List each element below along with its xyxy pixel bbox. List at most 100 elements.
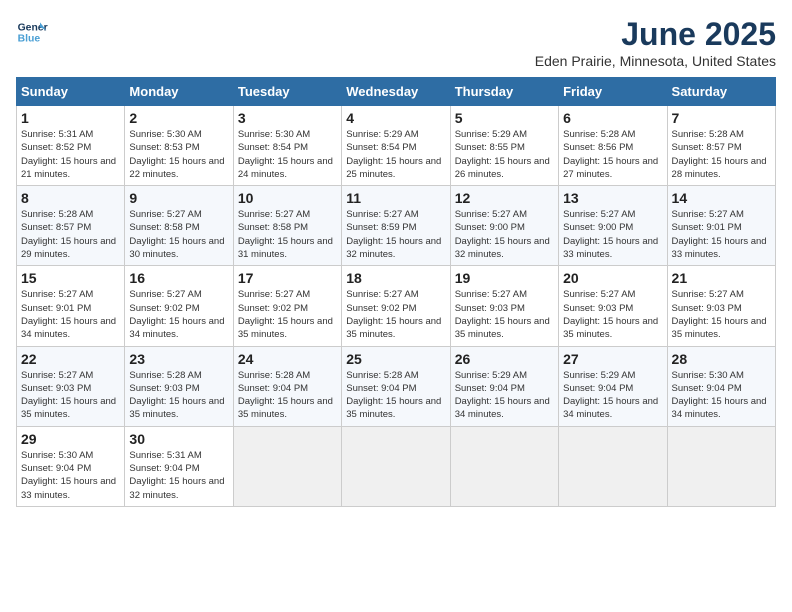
day-number: 24 bbox=[238, 351, 337, 367]
calendar-subtitle: Eden Prairie, Minnesota, United States bbox=[535, 53, 776, 69]
table-cell: 21 Sunrise: 5:27 AM Sunset: 9:03 PM Dayl… bbox=[667, 266, 775, 346]
day-number: 7 bbox=[672, 110, 771, 126]
day-number: 11 bbox=[346, 190, 445, 206]
day-number: 8 bbox=[21, 190, 120, 206]
table-cell: 12 Sunrise: 5:27 AM Sunset: 9:00 PM Dayl… bbox=[450, 186, 558, 266]
col-friday: Friday bbox=[559, 78, 667, 106]
day-info: Sunrise: 5:27 AM Sunset: 9:02 PM Dayligh… bbox=[238, 288, 337, 341]
day-info: Sunrise: 5:30 AM Sunset: 9:04 PM Dayligh… bbox=[21, 449, 120, 502]
table-cell: 4 Sunrise: 5:29 AM Sunset: 8:54 PM Dayli… bbox=[342, 106, 450, 186]
table-cell: 2 Sunrise: 5:30 AM Sunset: 8:53 PM Dayli… bbox=[125, 106, 233, 186]
table-cell: 26 Sunrise: 5:29 AM Sunset: 9:04 PM Dayl… bbox=[450, 346, 558, 426]
table-cell: 8 Sunrise: 5:28 AM Sunset: 8:57 PM Dayli… bbox=[17, 186, 125, 266]
table-cell bbox=[233, 426, 341, 506]
col-tuesday: Tuesday bbox=[233, 78, 341, 106]
day-number: 9 bbox=[129, 190, 228, 206]
table-cell: 25 Sunrise: 5:28 AM Sunset: 9:04 PM Dayl… bbox=[342, 346, 450, 426]
col-wednesday: Wednesday bbox=[342, 78, 450, 106]
day-number: 28 bbox=[672, 351, 771, 367]
day-info: Sunrise: 5:30 AM Sunset: 8:54 PM Dayligh… bbox=[238, 128, 337, 181]
day-number: 29 bbox=[21, 431, 120, 447]
table-cell: 17 Sunrise: 5:27 AM Sunset: 9:02 PM Dayl… bbox=[233, 266, 341, 346]
calendar-week-row: 1 Sunrise: 5:31 AM Sunset: 8:52 PM Dayli… bbox=[17, 106, 776, 186]
day-info: Sunrise: 5:27 AM Sunset: 8:58 PM Dayligh… bbox=[129, 208, 228, 261]
calendar-week-row: 8 Sunrise: 5:28 AM Sunset: 8:57 PM Dayli… bbox=[17, 186, 776, 266]
logo: General Blue bbox=[16, 16, 48, 48]
calendar-week-row: 29 Sunrise: 5:30 AM Sunset: 9:04 PM Dayl… bbox=[17, 426, 776, 506]
day-number: 25 bbox=[346, 351, 445, 367]
day-info: Sunrise: 5:29 AM Sunset: 9:04 PM Dayligh… bbox=[563, 369, 662, 422]
day-number: 14 bbox=[672, 190, 771, 206]
day-info: Sunrise: 5:30 AM Sunset: 8:53 PM Dayligh… bbox=[129, 128, 228, 181]
day-info: Sunrise: 5:28 AM Sunset: 8:56 PM Dayligh… bbox=[563, 128, 662, 181]
day-number: 18 bbox=[346, 270, 445, 286]
calendar-week-row: 22 Sunrise: 5:27 AM Sunset: 9:03 PM Dayl… bbox=[17, 346, 776, 426]
day-info: Sunrise: 5:28 AM Sunset: 8:57 PM Dayligh… bbox=[21, 208, 120, 261]
calendar-table: Sunday Monday Tuesday Wednesday Thursday… bbox=[16, 77, 776, 507]
day-number: 1 bbox=[21, 110, 120, 126]
day-info: Sunrise: 5:27 AM Sunset: 9:02 PM Dayligh… bbox=[129, 288, 228, 341]
table-cell: 28 Sunrise: 5:30 AM Sunset: 9:04 PM Dayl… bbox=[667, 346, 775, 426]
day-number: 6 bbox=[563, 110, 662, 126]
day-info: Sunrise: 5:27 AM Sunset: 8:58 PM Dayligh… bbox=[238, 208, 337, 261]
table-cell: 30 Sunrise: 5:31 AM Sunset: 9:04 PM Dayl… bbox=[125, 426, 233, 506]
day-number: 4 bbox=[346, 110, 445, 126]
table-cell bbox=[342, 426, 450, 506]
svg-text:Blue: Blue bbox=[18, 34, 41, 45]
day-info: Sunrise: 5:27 AM Sunset: 9:03 PM Dayligh… bbox=[455, 288, 554, 341]
table-cell bbox=[667, 426, 775, 506]
day-info: Sunrise: 5:28 AM Sunset: 9:04 PM Dayligh… bbox=[238, 369, 337, 422]
day-number: 20 bbox=[563, 270, 662, 286]
table-cell: 24 Sunrise: 5:28 AM Sunset: 9:04 PM Dayl… bbox=[233, 346, 341, 426]
day-number: 19 bbox=[455, 270, 554, 286]
table-cell bbox=[450, 426, 558, 506]
col-sunday: Sunday bbox=[17, 78, 125, 106]
table-cell: 18 Sunrise: 5:27 AM Sunset: 9:02 PM Dayl… bbox=[342, 266, 450, 346]
day-number: 12 bbox=[455, 190, 554, 206]
col-saturday: Saturday bbox=[667, 78, 775, 106]
day-info: Sunrise: 5:27 AM Sunset: 8:59 PM Dayligh… bbox=[346, 208, 445, 261]
col-thursday: Thursday bbox=[450, 78, 558, 106]
table-cell: 9 Sunrise: 5:27 AM Sunset: 8:58 PM Dayli… bbox=[125, 186, 233, 266]
day-info: Sunrise: 5:29 AM Sunset: 8:55 PM Dayligh… bbox=[455, 128, 554, 181]
table-cell: 10 Sunrise: 5:27 AM Sunset: 8:58 PM Dayl… bbox=[233, 186, 341, 266]
day-number: 21 bbox=[672, 270, 771, 286]
day-number: 30 bbox=[129, 431, 228, 447]
day-info: Sunrise: 5:27 AM Sunset: 9:01 PM Dayligh… bbox=[21, 288, 120, 341]
table-cell: 14 Sunrise: 5:27 AM Sunset: 9:01 PM Dayl… bbox=[667, 186, 775, 266]
table-cell: 15 Sunrise: 5:27 AM Sunset: 9:01 PM Dayl… bbox=[17, 266, 125, 346]
day-number: 10 bbox=[238, 190, 337, 206]
table-cell: 29 Sunrise: 5:30 AM Sunset: 9:04 PM Dayl… bbox=[17, 426, 125, 506]
day-number: 13 bbox=[563, 190, 662, 206]
calendar-title: June 2025 bbox=[535, 16, 776, 53]
day-info: Sunrise: 5:27 AM Sunset: 9:02 PM Dayligh… bbox=[346, 288, 445, 341]
day-number: 16 bbox=[129, 270, 228, 286]
table-cell: 13 Sunrise: 5:27 AM Sunset: 9:00 PM Dayl… bbox=[559, 186, 667, 266]
day-info: Sunrise: 5:27 AM Sunset: 9:00 PM Dayligh… bbox=[563, 208, 662, 261]
day-info: Sunrise: 5:28 AM Sunset: 9:03 PM Dayligh… bbox=[129, 369, 228, 422]
day-info: Sunrise: 5:27 AM Sunset: 9:01 PM Dayligh… bbox=[672, 208, 771, 261]
title-area: June 2025 Eden Prairie, Minnesota, Unite… bbox=[535, 16, 776, 69]
day-number: 2 bbox=[129, 110, 228, 126]
table-cell: 1 Sunrise: 5:31 AM Sunset: 8:52 PM Dayli… bbox=[17, 106, 125, 186]
day-info: Sunrise: 5:30 AM Sunset: 9:04 PM Dayligh… bbox=[672, 369, 771, 422]
day-number: 27 bbox=[563, 351, 662, 367]
table-cell: 19 Sunrise: 5:27 AM Sunset: 9:03 PM Dayl… bbox=[450, 266, 558, 346]
day-number: 17 bbox=[238, 270, 337, 286]
day-info: Sunrise: 5:28 AM Sunset: 9:04 PM Dayligh… bbox=[346, 369, 445, 422]
table-cell: 7 Sunrise: 5:28 AM Sunset: 8:57 PM Dayli… bbox=[667, 106, 775, 186]
calendar-week-row: 15 Sunrise: 5:27 AM Sunset: 9:01 PM Dayl… bbox=[17, 266, 776, 346]
table-cell: 23 Sunrise: 5:28 AM Sunset: 9:03 PM Dayl… bbox=[125, 346, 233, 426]
table-cell: 22 Sunrise: 5:27 AM Sunset: 9:03 PM Dayl… bbox=[17, 346, 125, 426]
day-number: 23 bbox=[129, 351, 228, 367]
day-number: 15 bbox=[21, 270, 120, 286]
day-number: 5 bbox=[455, 110, 554, 126]
logo-icon: General Blue bbox=[16, 16, 48, 48]
day-info: Sunrise: 5:27 AM Sunset: 9:00 PM Dayligh… bbox=[455, 208, 554, 261]
col-monday: Monday bbox=[125, 78, 233, 106]
table-cell: 27 Sunrise: 5:29 AM Sunset: 9:04 PM Dayl… bbox=[559, 346, 667, 426]
day-number: 22 bbox=[21, 351, 120, 367]
day-info: Sunrise: 5:27 AM Sunset: 9:03 PM Dayligh… bbox=[672, 288, 771, 341]
calendar-body: 1 Sunrise: 5:31 AM Sunset: 8:52 PM Dayli… bbox=[17, 106, 776, 507]
table-cell: 16 Sunrise: 5:27 AM Sunset: 9:02 PM Dayl… bbox=[125, 266, 233, 346]
